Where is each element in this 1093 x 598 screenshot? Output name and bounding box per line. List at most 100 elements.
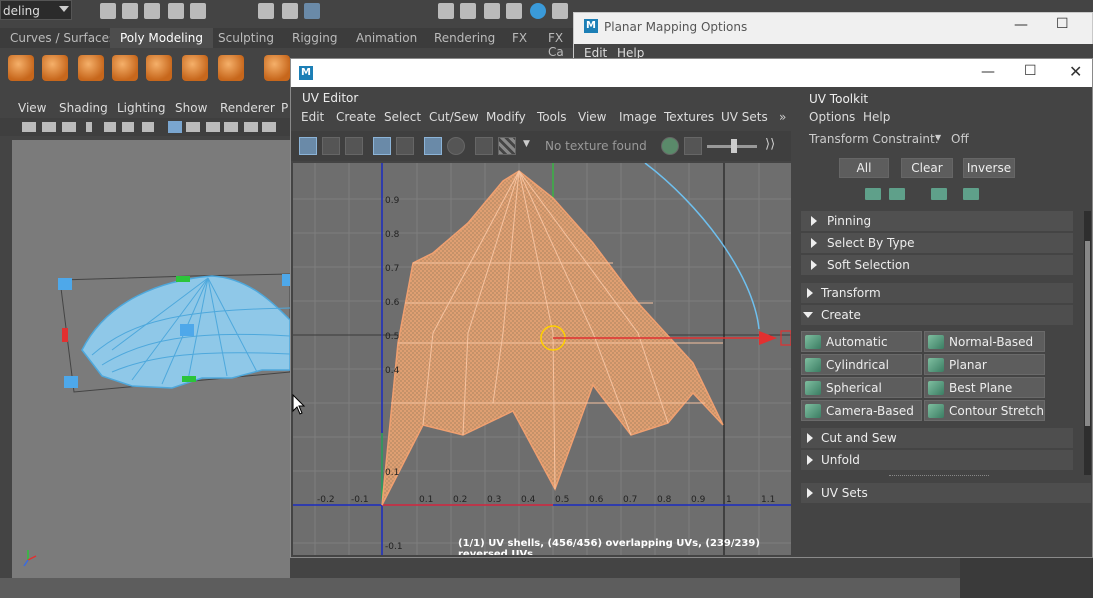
viewport-toolbar-icons[interactable] <box>0 118 290 136</box>
render-setup-icon[interactable] <box>552 3 568 19</box>
menu-renderer[interactable]: Renderer <box>220 101 275 115</box>
poly-cube-icon[interactable] <box>42 55 68 81</box>
chevron-down-icon[interactable]: ▼ <box>523 139 530 149</box>
menu-create[interactable]: Create <box>336 110 376 124</box>
select-components-icon[interactable] <box>304 3 320 19</box>
snapshot-icon[interactable] <box>475 137 493 155</box>
camera-based-button[interactable]: Camera-Based <box>801 400 922 421</box>
poly-platonic-icon[interactable] <box>264 55 290 81</box>
tab-rendering[interactable]: Rendering <box>424 28 505 48</box>
planar-button[interactable]: Planar <box>924 354 1045 375</box>
uv-shell-select-icon[interactable] <box>299 137 317 155</box>
poly-cylinder-icon[interactable] <box>78 55 104 81</box>
uv-select-icon[interactable] <box>322 137 340 155</box>
minimize-icon[interactable]: — <box>1014 17 1028 33</box>
menu-shading[interactable]: Shading <box>59 101 108 115</box>
section-transform[interactable]: Transform <box>801 283 1073 303</box>
tab-sculpting[interactable]: Sculpting <box>208 28 284 48</box>
maximize-icon[interactable]: ☐ <box>1024 63 1037 79</box>
tab-animation[interactable]: Animation <box>346 28 427 48</box>
best-plane-button[interactable]: Best Plane <box>924 377 1045 398</box>
toolkit-scrollbar[interactable] <box>1084 211 1091 475</box>
select-texture-border-icon[interactable] <box>889 188 905 200</box>
menu-modify[interactable]: Modify <box>486 110 526 124</box>
render-frame-icon[interactable] <box>460 3 476 19</box>
toolbar-more-icon[interactable]: ⟩⟩ <box>765 137 775 152</box>
tab-rigging[interactable]: Rigging <box>282 28 347 48</box>
ipr-render-icon[interactable] <box>484 3 500 19</box>
menu-textures[interactable]: Textures <box>664 110 714 124</box>
redo-icon[interactable] <box>190 3 206 19</box>
slider-handle[interactable] <box>731 139 737 153</box>
menu-panels[interactable]: P <box>281 101 288 115</box>
poly-disc-icon[interactable] <box>218 55 244 81</box>
menu-set-selector[interactable]: deling <box>0 0 72 20</box>
snap-icon[interactable] <box>447 137 465 155</box>
hypershade-icon[interactable] <box>530 3 546 19</box>
transform-constraint-value[interactable]: Off <box>951 132 969 146</box>
select-reversed-icon[interactable] <box>963 188 979 200</box>
section-soft-selection[interactable]: Soft Selection <box>801 255 1073 275</box>
frame-icon[interactable] <box>396 137 414 155</box>
poly-plane-icon[interactable] <box>182 55 208 81</box>
menu-show[interactable]: Show <box>175 101 207 115</box>
automatic-button[interactable]: Automatic <box>801 331 922 352</box>
chevron-down-icon[interactable]: ▼ <box>935 133 941 142</box>
menu-view[interactable]: View <box>18 101 46 115</box>
select-hierarchy-icon[interactable] <box>258 3 274 19</box>
menu-tools[interactable]: Tools <box>537 110 567 124</box>
rgb-channel-icon[interactable] <box>661 137 679 155</box>
section-pinning[interactable]: Pinning <box>801 211 1073 231</box>
side-panel-scroll[interactable] <box>960 556 1093 598</box>
render-settings-icon[interactable] <box>506 3 522 19</box>
maximize-icon[interactable]: ☐ <box>1056 16 1069 32</box>
section-uv-sets[interactable]: UV Sets <box>801 483 1091 503</box>
minimize-icon[interactable]: — <box>981 64 995 80</box>
poly-sphere-icon[interactable] <box>8 55 34 81</box>
section-cut-and-sew[interactable]: Cut and Sew <box>801 428 1073 448</box>
section-create[interactable]: Create <box>801 305 1073 325</box>
tab-curves-surfaces[interactable]: Curves / Surfaces <box>0 28 125 48</box>
menu-uv-sets[interactable]: UV Sets <box>721 110 768 124</box>
select-overlapping-icon[interactable] <box>931 188 947 200</box>
uv-grid[interactable]: 0.9 0.8 0.7 0.6 0.5 0.4 0.1 -0.2 -0.1 0.1 0.2 0.3 0… <box>293 163 791 555</box>
tab-poly-modeling[interactable]: Poly Modeling <box>110 28 213 48</box>
checker-icon[interactable] <box>498 137 516 155</box>
grid-toggle-icon[interactable] <box>424 137 442 155</box>
menu-options[interactable]: Options <box>809 110 855 124</box>
tab-fx[interactable]: FX <box>502 28 537 48</box>
section-unfold[interactable]: Unfold <box>801 450 1073 470</box>
menu-lighting[interactable]: Lighting <box>117 101 166 115</box>
inverse-button[interactable]: Inverse <box>963 158 1015 178</box>
section-select-by-type[interactable]: Select By Type <box>801 233 1073 253</box>
uv-face-select-icon[interactable] <box>345 137 363 155</box>
undo-icon[interactable] <box>168 3 184 19</box>
select-shell-border-icon[interactable] <box>865 188 881 200</box>
splitter[interactable] <box>889 475 989 476</box>
normal-based-button[interactable]: Normal-Based <box>924 331 1045 352</box>
poly-torus-icon[interactable] <box>146 55 172 81</box>
menu-edit[interactable]: Edit <box>301 110 324 124</box>
spherical-button[interactable]: Spherical <box>801 377 922 398</box>
close-icon[interactable]: ✕ <box>1069 62 1082 81</box>
uv-canvas[interactable]: 0.9 0.8 0.7 0.6 0.5 0.4 0.1 -0.2 -0.1 0.1 0.2 0.3 0… <box>293 163 791 555</box>
menu-image[interactable]: Image <box>619 110 657 124</box>
image-display-icon[interactable] <box>684 137 702 155</box>
clear-button[interactable]: Clear <box>901 158 953 178</box>
render-view-icon[interactable] <box>438 3 454 19</box>
new-scene-icon[interactable] <box>100 3 116 19</box>
menu-overflow-icon[interactable]: » <box>779 110 786 124</box>
select-all-button[interactable]: All <box>839 158 889 178</box>
poly-cone-icon[interactable] <box>112 55 138 81</box>
perspective-viewport[interactable] <box>12 140 291 578</box>
contour-stretch-button[interactable]: Contour Stretch <box>924 400 1045 421</box>
isolate-select-icon[interactable] <box>373 137 391 155</box>
menu-view[interactable]: View <box>578 110 606 124</box>
select-objects-icon[interactable] <box>282 3 298 19</box>
menu-help[interactable]: Help <box>863 110 890 124</box>
menu-cut-sew[interactable]: Cut/Sew <box>429 110 479 124</box>
save-scene-icon[interactable] <box>144 3 160 19</box>
menu-select[interactable]: Select <box>384 110 421 124</box>
exposure-slider[interactable] <box>707 139 757 153</box>
cylindrical-button[interactable]: Cylindrical <box>801 354 922 375</box>
